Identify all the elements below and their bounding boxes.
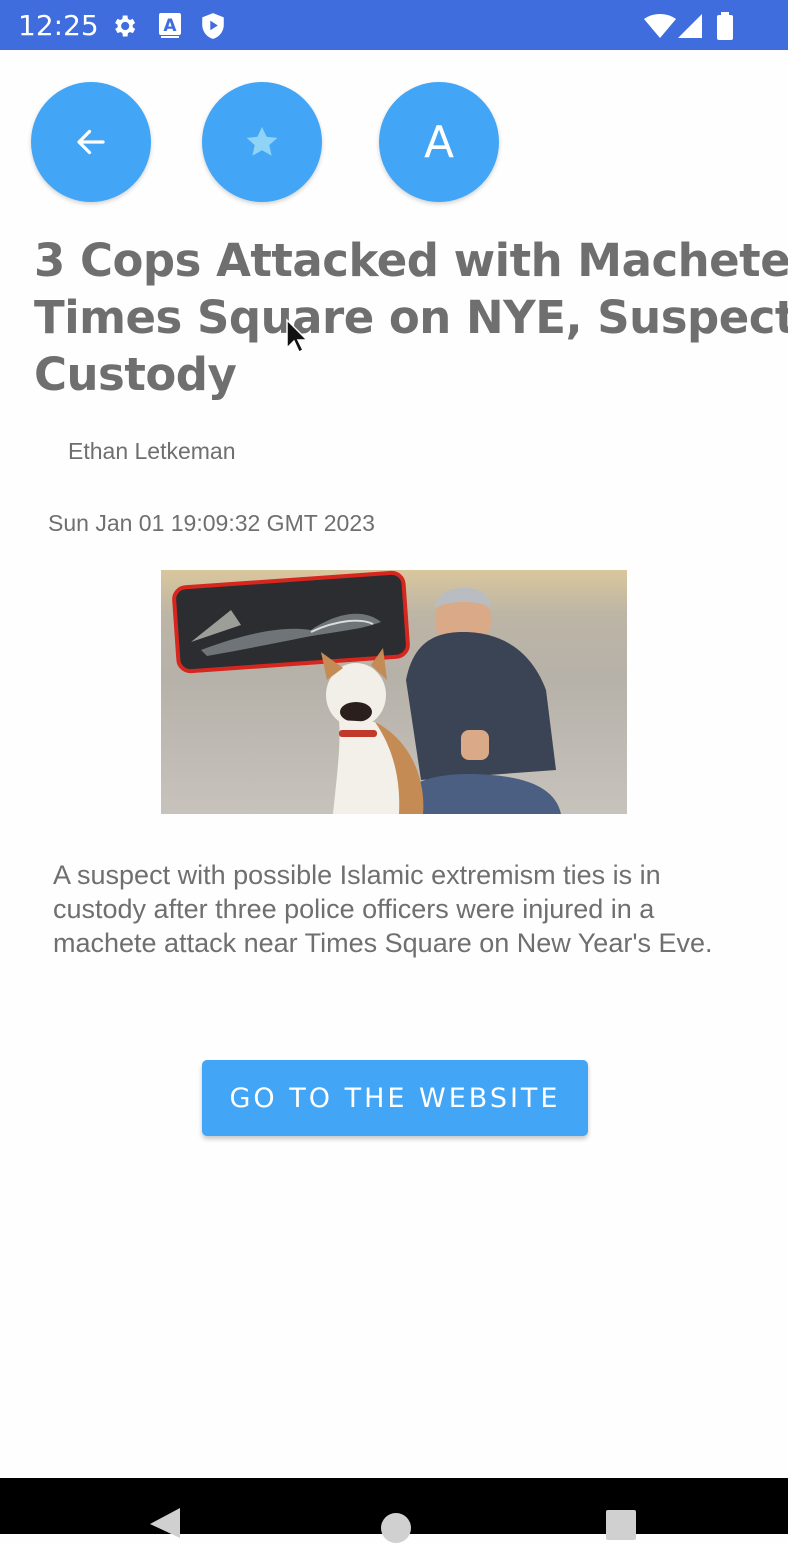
- font-size-button[interactable]: A: [379, 82, 499, 202]
- arrow-left-icon: [77, 129, 105, 155]
- article-photo: [172, 570, 561, 814]
- star-icon: [246, 126, 278, 156]
- home-circle-icon[interactable]: [380, 1512, 412, 1544]
- article-summary: A suspect with possible Islamic extremis…: [53, 860, 713, 958]
- settings-icon: [115, 15, 136, 37]
- article-title: 3 Cops Attacked with Machete Nea Times S…: [34, 232, 788, 403]
- article-author: Ethan Letkeman: [68, 438, 236, 464]
- article-image: [161, 570, 627, 814]
- title-line: Custody: [34, 348, 237, 401]
- status-time: 12:25: [18, 9, 99, 42]
- title-line: Times Square on NYE, Suspect in: [34, 291, 788, 344]
- recents-square-icon[interactable]: [606, 1510, 636, 1540]
- status-bar: 12:25 A: [0, 0, 788, 50]
- article-date: Sun Jan 01 19:09:32 GMT 2023: [48, 510, 375, 536]
- signal-icon: [678, 14, 702, 38]
- navigation-bar: [0, 1478, 788, 1543]
- a-letter-icon: A: [159, 13, 181, 38]
- svg-text:A: A: [163, 16, 177, 36]
- back-button[interactable]: [31, 82, 151, 202]
- favorite-button[interactable]: [202, 82, 322, 202]
- mouse-cursor-icon: [286, 318, 307, 354]
- shield-play-icon: [202, 13, 224, 39]
- wifi-icon: [644, 14, 676, 38]
- battery-icon: [717, 12, 733, 40]
- font-size-label: A: [423, 116, 455, 168]
- go-to-website-button[interactable]: GO TO THE WEBSITE: [202, 1060, 588, 1136]
- title-line: 3 Cops Attacked with Machete Nea: [34, 234, 788, 287]
